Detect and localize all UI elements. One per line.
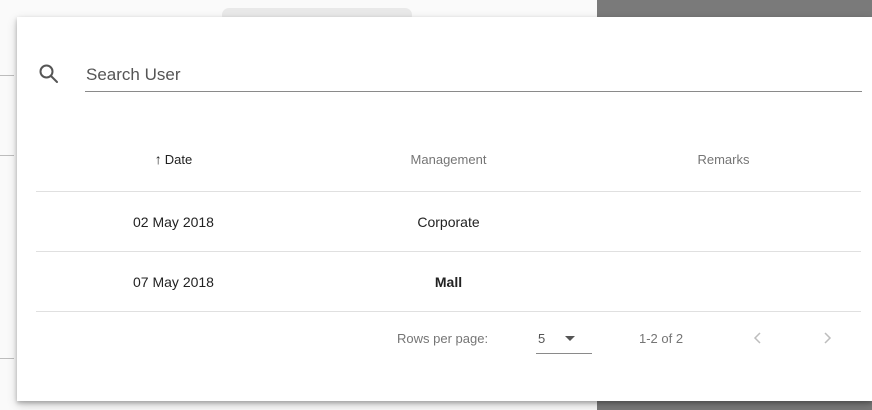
background-divider — [0, 75, 14, 76]
rows-per-page-label: Rows per page: — [397, 331, 489, 346]
column-header-date[interactable]: ↑ Date — [36, 127, 311, 191]
next-page-button[interactable] — [812, 323, 842, 353]
search-input[interactable] — [85, 59, 862, 92]
management-cell: Corporate — [417, 213, 480, 230]
remarks-cell — [586, 192, 861, 251]
date-cell: 02 May 2018 — [133, 213, 214, 230]
table-pagination: Rows per page: 5 1-2 of 2 — [36, 309, 861, 369]
sort-arrow-icon: ↑ — [154, 151, 162, 167]
column-header-label: Management — [410, 151, 487, 167]
chevron-left-icon — [753, 332, 761, 344]
column-header-management[interactable]: Management — [311, 127, 586, 191]
column-header-label: Remarks — [697, 151, 750, 167]
date-cell: 07 May 2018 — [133, 273, 214, 290]
previous-page-button[interactable] — [743, 323, 773, 353]
user-search-dialog: ↑ Date Management Remarks 02 May 2018 Co… — [17, 17, 872, 401]
management-cell: Mall — [434, 273, 463, 290]
chevron-right-icon — [824, 332, 832, 344]
search-icon — [37, 62, 61, 86]
table-row[interactable]: 02 May 2018 Corporate — [36, 192, 861, 252]
background-divider — [0, 358, 14, 359]
background-divider — [0, 155, 14, 156]
remarks-cell — [586, 252, 861, 311]
column-header-remarks[interactable]: Remarks — [586, 127, 861, 191]
arrow-drop-down-icon — [565, 336, 575, 341]
table-header-row: ↑ Date Management Remarks — [36, 127, 861, 192]
rows-per-page-value: 5 — [538, 331, 546, 346]
table-row[interactable]: 07 May 2018 Mall — [36, 252, 861, 312]
users-table: ↑ Date Management Remarks 02 May 2018 Co… — [36, 127, 861, 312]
rows-per-page-select[interactable]: 5 — [536, 323, 592, 354]
search-bar — [17, 17, 872, 97]
column-header-label: Date — [164, 151, 193, 167]
page-range-label: 1-2 of 2 — [639, 331, 684, 346]
